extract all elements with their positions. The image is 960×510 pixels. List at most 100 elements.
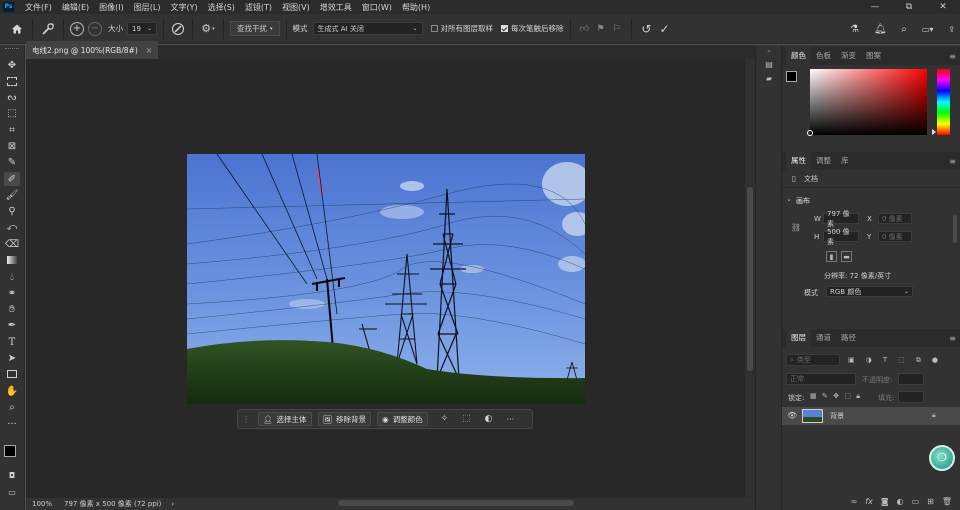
lock-all-icon[interactable]: 🔒︎ — [856, 392, 860, 402]
quick-mask-button[interactable]: ◘ — [4, 468, 20, 482]
remove-tool[interactable]: ✐ — [4, 172, 20, 186]
tab-channels[interactable]: 通道 — [811, 329, 836, 347]
color-field[interactable] — [807, 69, 927, 136]
document-image[interactable] — [187, 154, 585, 404]
sample-all-layers-checkbox[interactable]: 对所有图层取样 — [430, 23, 493, 34]
rectangle-tool[interactable] — [4, 367, 20, 381]
chevron-down-icon[interactable]: ⌄ — [786, 195, 792, 203]
landscape-orientation-button[interactable]: ▬ — [841, 251, 852, 262]
crop-tool[interactable]: ⌗ — [4, 123, 20, 137]
find-distractions-button[interactable]: 查找干扰 ▾ — [230, 21, 280, 36]
link-layers-icon[interactable]: ∞ — [851, 497, 858, 506]
sparkle-icon[interactable]: ✧ — [441, 414, 449, 424]
color-mode-select[interactable]: RGB 颜色 ⌄ — [826, 286, 913, 297]
vertical-scrollbar[interactable] — [745, 59, 755, 498]
path-selection-tool[interactable]: ➤ — [4, 351, 20, 365]
add-mask-icon[interactable]: ◙ — [881, 497, 889, 506]
eraser-tool[interactable]: ⌫ — [4, 237, 20, 251]
object-selection-tool[interactable]: ⬚ — [4, 106, 20, 120]
history-brush-tool[interactable]: ⤺ — [4, 220, 20, 234]
tab-color[interactable]: 颜色 — [786, 47, 811, 65]
eye-icon[interactable]: 👁︎ — [787, 411, 797, 420]
brush-tool[interactable]: 🖌︎ — [4, 188, 20, 202]
bell-icon[interactable]: 🔔︎ — [874, 24, 887, 35]
assistant-widget[interactable]: ❍ — [929, 445, 955, 471]
image-filter-icon[interactable]: ▣ — [848, 356, 855, 364]
edit-toolbar-button[interactable]: ··· — [4, 417, 20, 431]
properties-scrollbar[interactable] — [953, 215, 957, 243]
blend-mode-select[interactable]: 正常 — [786, 373, 856, 385]
menu-select[interactable]: 选择(S) — [203, 2, 240, 13]
link-icon[interactable]: ⛓ — [791, 221, 801, 233]
tab-gradients[interactable]: 渐变 — [836, 47, 861, 65]
hue-slider-handle[interactable] — [932, 129, 936, 135]
pen-tool[interactable]: ✒ — [4, 318, 20, 332]
history-panel-button[interactable]: ▤ — [762, 57, 776, 71]
layer-row-background[interactable]: 👁︎ 背景 🔒︎ — [782, 407, 960, 425]
remove-after-stroke-checkbox[interactable]: 每次笔触后移除 — [501, 23, 564, 34]
status-arrow-icon[interactable]: › — [171, 500, 174, 508]
contrast-icon[interactable]: ◐ — [485, 414, 493, 424]
menu-image[interactable]: 图像(I) — [94, 2, 129, 13]
blur-tool[interactable]: 💧︎ — [4, 270, 20, 284]
height-input[interactable]: 500 像素 — [823, 228, 859, 246]
menu-layer[interactable]: 图层(L) — [129, 2, 166, 13]
lock-transparent-icon[interactable]: ▦ — [810, 392, 817, 402]
panel-menu-icon[interactable]: ≡ — [949, 334, 956, 343]
select-subject-button[interactable]: 👤︎ 选择主体 — [258, 412, 312, 426]
menu-filter[interactable]: 滤镜(T) — [240, 2, 277, 13]
close-tab-icon[interactable]: × — [146, 46, 152, 55]
gradient-tool[interactable] — [4, 253, 20, 267]
panel-menu-icon[interactable]: ≡ — [949, 157, 956, 166]
menu-help[interactable]: 帮助(H) — [397, 2, 435, 13]
tab-libraries[interactable]: 库 — [836, 152, 854, 170]
flask-icon[interactable]: ⚗ — [850, 24, 859, 35]
commit-button[interactable]: ✓ — [656, 21, 674, 37]
tab-properties[interactable]: 属性 — [786, 152, 811, 170]
horizontal-scroll-thumb[interactable] — [338, 500, 574, 506]
checkbox[interactable] — [430, 25, 438, 32]
maximize-button[interactable]: ⧉ — [892, 0, 926, 14]
minimize-button[interactable]: — — [858, 0, 892, 14]
tool-preset-button[interactable] — [39, 20, 57, 38]
filter-toggle-icon[interactable]: ● — [932, 356, 938, 364]
size-input[interactable]: 19 ⌄ — [127, 22, 157, 35]
lock-artboard-icon[interactable]: ⬚ — [844, 392, 851, 402]
tab-adjustments[interactable]: 调整 — [811, 152, 836, 170]
home-button[interactable] — [8, 20, 26, 38]
trash-icon[interactable]: 🗑︎ — [942, 497, 952, 506]
foreground-color[interactable] — [4, 445, 16, 457]
smudge-tool[interactable]: ✋︎ — [4, 302, 20, 316]
menu-view[interactable]: 视图(V) — [277, 2, 315, 13]
fx-icon[interactable]: fx — [865, 497, 873, 506]
x-input[interactable]: 0 像素 — [878, 213, 912, 224]
dislike-button[interactable]: ⚑ — [593, 21, 609, 37]
type-tool[interactable]: T — [4, 335, 20, 349]
menu-edit[interactable]: 编辑(E) — [57, 2, 94, 13]
collapse-icon[interactable]: » — [763, 48, 775, 55]
width-input[interactable]: 797 像素 — [823, 210, 859, 228]
drag-handle-icon[interactable]: ⋮ — [242, 415, 250, 424]
screen-mode-button[interactable]: ▭ — [4, 485, 20, 499]
move-tool[interactable]: ✥ — [4, 58, 20, 72]
subtract-brush-button[interactable]: − — [88, 21, 102, 36]
report-button[interactable]: ⚐ — [609, 21, 625, 37]
lasso-tool[interactable]: ᔓ — [4, 90, 20, 104]
tab-paths[interactable]: 路径 — [836, 329, 861, 347]
menu-file[interactable]: 文件(F) — [20, 2, 57, 13]
menu-plugins[interactable]: 增效工具 — [315, 2, 357, 13]
fill-input[interactable] — [898, 391, 924, 403]
share-icon[interactable]: ⇪ — [948, 25, 955, 34]
new-group-icon[interactable]: ▭ — [912, 497, 920, 506]
menu-type[interactable]: 文字(Y) — [165, 2, 202, 13]
close-window-button[interactable]: ✕ — [926, 0, 960, 14]
like-button[interactable]: 👍︎ — [577, 21, 593, 37]
hue-slider[interactable] — [932, 69, 950, 135]
zoom-level[interactable]: 100% — [32, 500, 58, 508]
new-layer-icon[interactable]: ⊞ — [927, 497, 934, 506]
marquee-tool[interactable] — [4, 74, 20, 88]
vertical-scroll-thumb[interactable] — [747, 187, 753, 371]
more-options-button[interactable]: ··· — [507, 415, 515, 424]
eyedropper-tool[interactable]: ✎ — [4, 155, 20, 169]
search-icon[interactable]: ⌕ — [901, 24, 907, 35]
